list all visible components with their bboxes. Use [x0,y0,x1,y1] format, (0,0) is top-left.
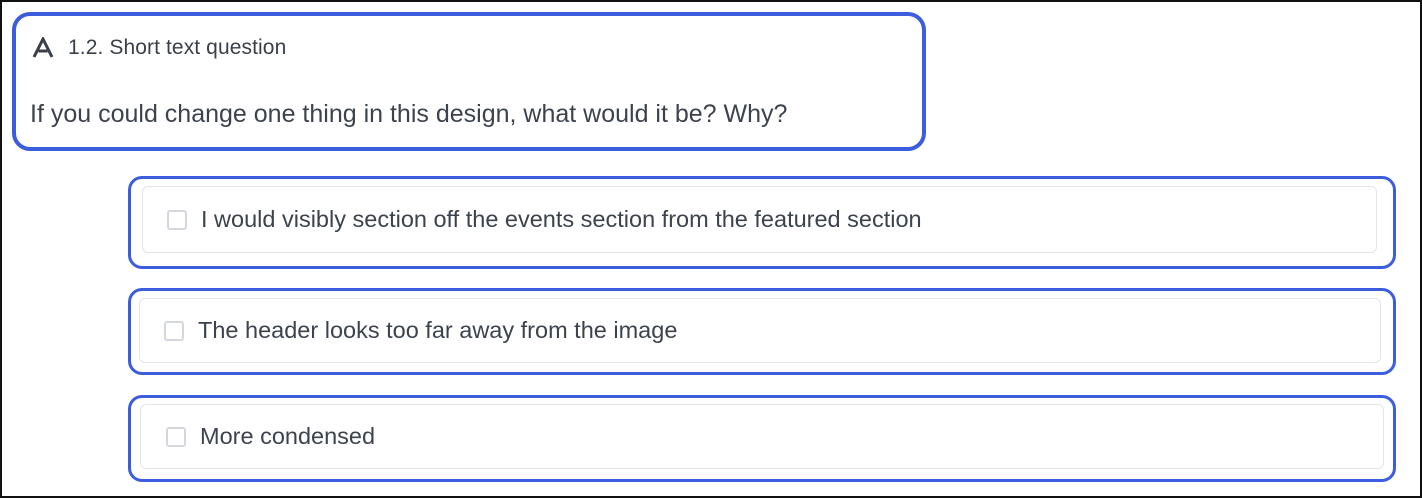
answer-item: I would visibly section off the events s… [128,176,1396,269]
question-text: If you could change one thing in this de… [30,100,788,128]
answer-text: The header looks too far away from the i… [198,317,678,343]
answer-checkbox[interactable] [164,320,184,341]
answer-checkbox[interactable] [166,426,186,447]
answer-text: More condensed [200,423,376,449]
answer-item: The header looks too far away from the i… [128,288,1396,375]
question-card: 1.2. Short text question If you could ch… [12,12,926,151]
short-text-icon [32,37,54,59]
answer-option[interactable]: I would visibly section off the events s… [142,186,1377,253]
question-label: 1.2. Short text question [68,36,287,59]
screenshot-frame: 1.2. Short text question If you could ch… [0,0,1422,498]
answer-text: I would visibly section off the events s… [201,206,922,232]
answer-checkbox[interactable] [167,209,187,230]
answer-option[interactable]: The header looks too far away from the i… [139,298,1381,363]
answer-item: More condensed [128,395,1396,482]
answer-option[interactable]: More condensed [140,404,1384,469]
question-header: 1.2. Short text question [32,36,286,60]
